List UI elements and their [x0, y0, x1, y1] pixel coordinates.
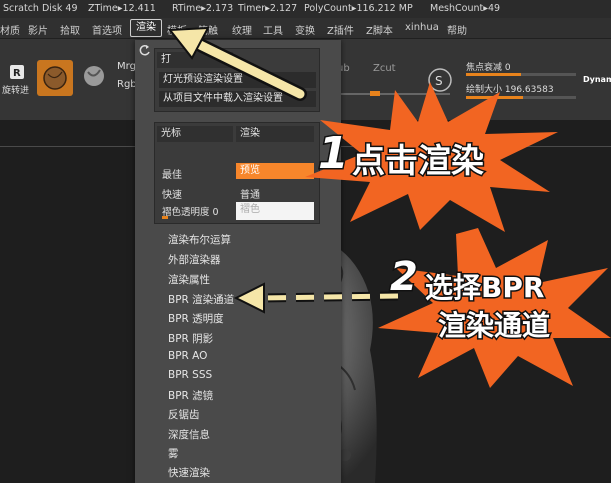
- fast-label[interactable]: 快速: [162, 186, 182, 201]
- menu-antialiasing[interactable]: 反锯齿: [168, 407, 200, 422]
- step2-number: 2: [389, 253, 420, 302]
- menu-material[interactable]: 材质: [0, 22, 20, 37]
- menu-external-renderer[interactable]: 外部渲染器: [168, 252, 221, 267]
- menu-fast-render[interactable]: 快速渲染: [168, 465, 210, 480]
- menu-preferences[interactable]: 首选项: [92, 22, 122, 37]
- ztime-readout: ZTime▸12.411: [88, 3, 156, 14]
- timer-readout: Timer▸2.127: [238, 3, 298, 14]
- meshcount-readout: MeshCount▸49: [430, 3, 501, 14]
- bpr-transparency-slider[interactable]: 褶色透明度 0: [162, 204, 219, 218]
- best-label[interactable]: 最佳: [162, 166, 182, 181]
- menu-render-boolean[interactable]: 渲染布尔运算: [168, 232, 231, 247]
- rgb-button[interactable]: Rgb: [117, 79, 137, 90]
- step1-number: 1: [317, 127, 351, 181]
- cursor-button[interactable]: 光标: [157, 126, 233, 142]
- normal-button[interactable]: 普通: [240, 186, 260, 201]
- polycount-readout: PolyCount▸116.212 MP: [304, 3, 413, 14]
- rtime-readout: RTime▸2.173: [172, 3, 234, 14]
- menu-depth-cue[interactable]: 深度信息: [168, 427, 210, 442]
- menu-render-properties[interactable]: 渲染属性: [168, 272, 210, 287]
- scratch-disk-readout: Scratch Disk 49: [3, 3, 78, 14]
- rotate-icon[interactable]: R: [6, 63, 28, 83]
- menu-zplugin[interactable]: Z插件: [327, 22, 354, 37]
- menu-help[interactable]: 帮助: [447, 22, 467, 37]
- focal-falloff-value: 0: [504, 63, 511, 73]
- focal-falloff-fill: [466, 73, 521, 76]
- step2-text-line1: 选择BPR: [423, 270, 545, 306]
- step2-text-line2: 渲染通道: [436, 308, 551, 344]
- step1-arrow-icon: [168, 26, 307, 101]
- step1-text: 点击渲染: [351, 140, 486, 182]
- menu-movie[interactable]: 影片: [28, 22, 48, 37]
- menu-bpr-sss[interactable]: BPR SSS: [168, 369, 212, 381]
- menu-fog[interactable]: 雾: [168, 446, 179, 461]
- focal-falloff-slider[interactable]: [466, 73, 576, 76]
- menu-bpr-ao[interactable]: BPR AO: [168, 350, 207, 362]
- menu-zscript[interactable]: Z脚本: [366, 22, 393, 37]
- matcap-sphere-icon[interactable]: [82, 64, 106, 88]
- menu-xinhua[interactable]: xinhua: [405, 22, 439, 33]
- svg-text:R: R: [13, 68, 21, 79]
- rotate-label: 旋转进: [2, 86, 30, 96]
- menu-bpr-shadow[interactable]: BPR 阴影: [168, 331, 213, 346]
- menu-bpr-transparency[interactable]: BPR 透明度: [168, 311, 224, 326]
- dynamic-button[interactable]: Dynamic: [583, 75, 611, 84]
- menu-bpr-filter[interactable]: BPR 滤镜: [168, 388, 213, 403]
- menu-bpr-renderpass[interactable]: BPR 渲染通道: [168, 292, 234, 307]
- bpr-transparency-handle[interactable]: [162, 216, 168, 219]
- menu-picker[interactable]: 拾取: [60, 22, 80, 37]
- zcut-button[interactable]: Zcut: [373, 63, 396, 74]
- material-sphere-button[interactable]: [37, 60, 73, 96]
- focal-falloff-label: 焦点衰减 0: [466, 63, 511, 73]
